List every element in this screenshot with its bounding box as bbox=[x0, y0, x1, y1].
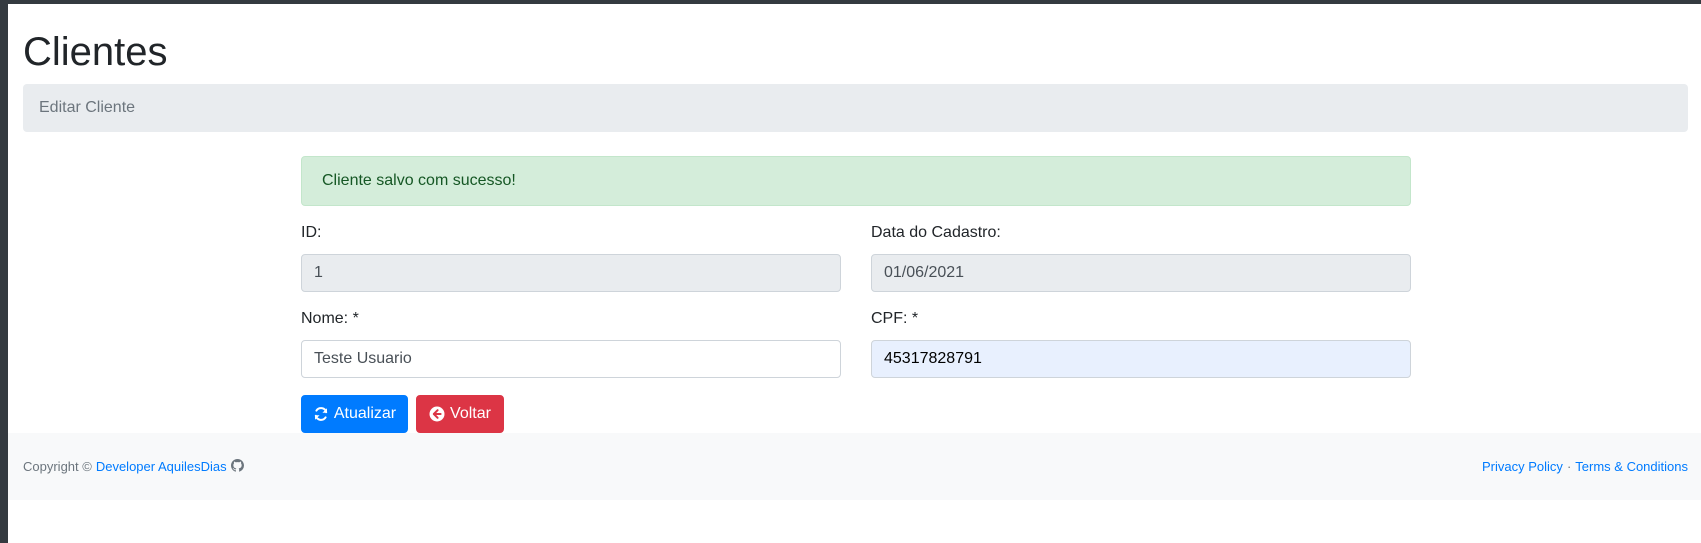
refresh-icon bbox=[313, 406, 329, 422]
data-cadastro-label: Data do Cadastro: bbox=[871, 224, 1001, 241]
copyright-text: Copyright © bbox=[23, 459, 92, 474]
privacy-policy-link[interactable]: Privacy Policy bbox=[1482, 459, 1563, 474]
footer-links: Privacy Policy · Terms & Conditions bbox=[1482, 433, 1688, 500]
data-cadastro-field[interactable] bbox=[871, 254, 1411, 292]
breadcrumb-current: Editar Cliente bbox=[39, 99, 136, 116]
github-icon[interactable] bbox=[230, 458, 244, 475]
update-button-label: Atualizar bbox=[333, 405, 397, 422]
terms-link[interactable]: Terms & Conditions bbox=[1575, 459, 1688, 474]
back-button[interactable]: Voltar bbox=[416, 395, 504, 433]
cpf-label: CPF: * bbox=[871, 310, 919, 327]
developer-link[interactable]: Developer AquilesDias bbox=[96, 459, 227, 474]
footer-separator: · bbox=[1566, 459, 1572, 474]
success-alert: Cliente salvo com sucesso! bbox=[301, 156, 1411, 206]
id-label: ID: bbox=[301, 224, 322, 241]
update-button[interactable]: Atualizar bbox=[301, 395, 408, 433]
cpf-field[interactable] bbox=[871, 340, 1411, 378]
page-title: Clientes bbox=[23, 30, 168, 74]
breadcrumb: Editar Cliente bbox=[23, 84, 1688, 132]
nome-label: Nome: * bbox=[301, 310, 359, 327]
alert-message: Cliente salvo com sucesso! bbox=[322, 172, 516, 189]
window-top-border bbox=[0, 0, 1701, 4]
back-button-label: Voltar bbox=[450, 405, 491, 422]
footer-copyright: Copyright © Developer AquilesDias bbox=[23, 433, 244, 500]
footer: Copyright © Developer AquilesDias Privac… bbox=[8, 433, 1701, 500]
nome-field[interactable] bbox=[301, 340, 841, 378]
arrow-circle-left-icon bbox=[429, 406, 445, 422]
id-field[interactable] bbox=[301, 254, 841, 292]
window-left-border bbox=[0, 0, 8, 543]
